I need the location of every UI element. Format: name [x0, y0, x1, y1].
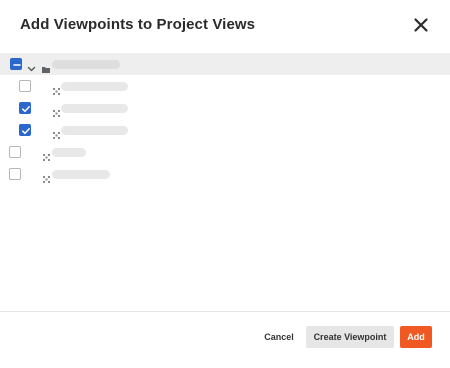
- close-icon: [414, 18, 428, 32]
- add-button[interactable]: Add: [400, 326, 432, 348]
- child-checkbox[interactable]: [19, 102, 31, 114]
- tree-row-viewpoint[interactable]: [0, 163, 450, 185]
- viewpoint-checkbox[interactable]: [9, 168, 21, 180]
- cancel-button[interactable]: Cancel: [258, 326, 300, 348]
- viewpoint-name-placeholder: [61, 126, 128, 135]
- child-checkbox[interactable]: [19, 80, 31, 92]
- dialog-header: Add Viewpoints to Project Views: [0, 0, 450, 52]
- dialog-footer: Cancel Create Viewpoint Add: [0, 312, 450, 368]
- viewpoint-tree: [0, 52, 450, 310]
- folder-icon: [42, 60, 50, 73]
- add-viewpoints-dialog: Add Viewpoints to Project Views Cancel C…: [0, 0, 450, 368]
- tree-row-child[interactable]: [0, 97, 450, 119]
- checkmark-icon: [22, 106, 30, 113]
- checkmark-icon: [22, 128, 30, 135]
- root-checkbox[interactable]: [10, 58, 22, 70]
- viewpoint-icon: [53, 126, 60, 139]
- expand-toggle[interactable]: [27, 60, 36, 72]
- tree-row-root-folder[interactable]: [0, 53, 450, 75]
- viewpoint-name-placeholder: [52, 148, 86, 157]
- viewpoint-name-placeholder: [52, 170, 110, 179]
- viewpoint-icon: [43, 148, 50, 161]
- tree-row-viewpoint[interactable]: [0, 141, 450, 163]
- dialog-title: Add Viewpoints to Project Views: [20, 16, 256, 33]
- indeterminate-icon: [13, 64, 21, 66]
- close-button[interactable]: [410, 14, 432, 36]
- viewpoint-icon: [53, 82, 60, 95]
- create-viewpoint-button[interactable]: Create Viewpoint: [306, 326, 394, 348]
- folder-name-placeholder: [52, 60, 120, 69]
- tree-row-child[interactable]: [0, 75, 450, 97]
- viewpoint-name-placeholder: [61, 104, 128, 113]
- viewpoint-icon: [43, 170, 50, 183]
- viewpoint-name-placeholder: [61, 82, 128, 91]
- viewpoint-checkbox[interactable]: [9, 146, 21, 158]
- child-checkbox[interactable]: [19, 124, 31, 136]
- viewpoint-icon: [53, 104, 60, 117]
- tree-row-child[interactable]: [0, 119, 450, 141]
- chevron-down-icon: [27, 66, 36, 72]
